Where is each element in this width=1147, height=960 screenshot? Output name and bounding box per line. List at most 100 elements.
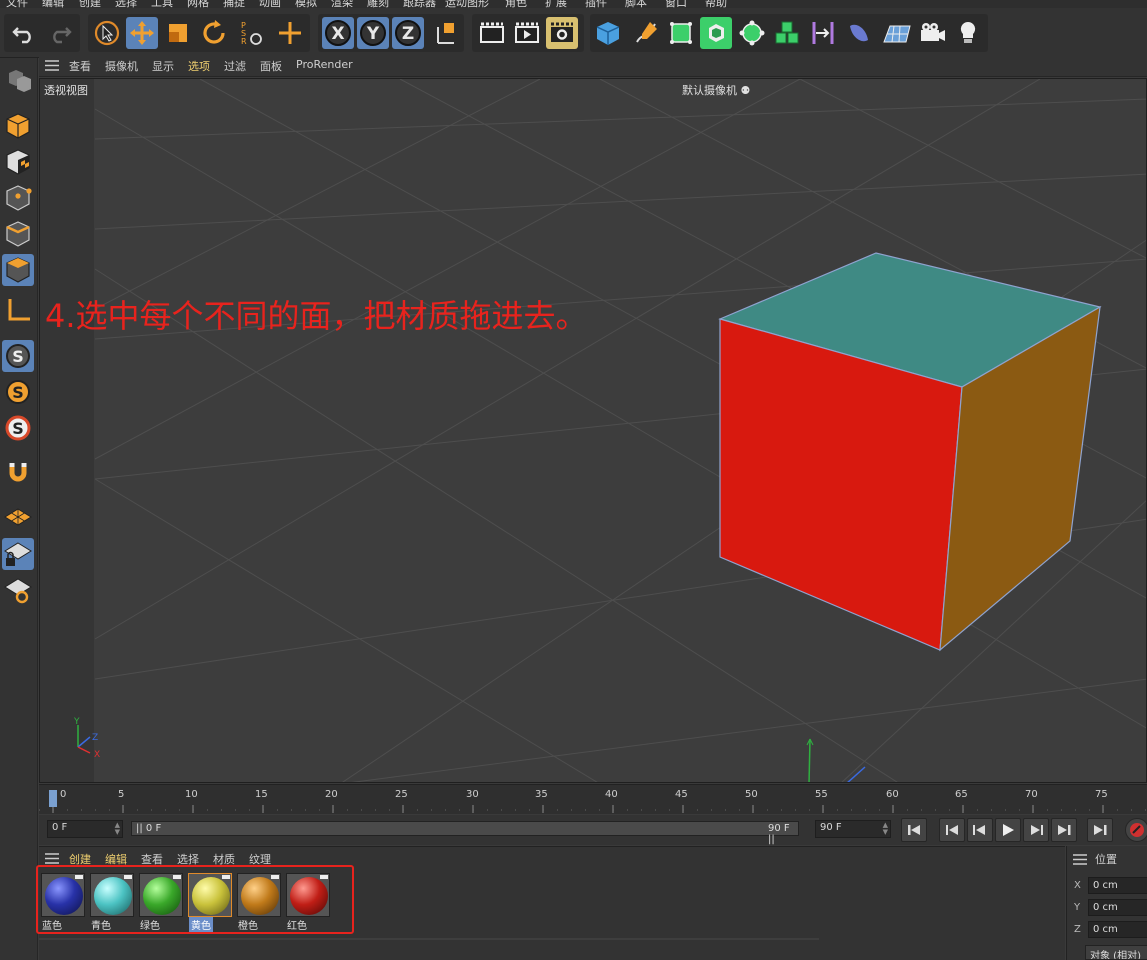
viewport-menu-prorender[interactable]: ProRender — [296, 58, 353, 71]
go-to-start-icon[interactable] — [901, 818, 927, 842]
coordinate-mode-dropdown[interactable]: 对象 (相对) — [1085, 945, 1147, 960]
snap-enable-icon[interactable]: S — [2, 376, 34, 408]
spinner-icon[interactable]: ▲ ▼ — [115, 822, 120, 836]
svg-text:R: R — [241, 37, 247, 46]
current-frame-field[interactable]: 0 F ▲ ▼ — [47, 820, 123, 838]
tick-label: 5 — [118, 789, 125, 800]
subdivision-surface-icon[interactable] — [665, 17, 697, 49]
position-y-field[interactable]: 0 cm — [1088, 899, 1147, 916]
make-editable-icon[interactable] — [2, 64, 34, 96]
previous-key-icon[interactable] — [939, 818, 965, 842]
menu-select[interactable]: 选择 — [115, 0, 137, 8]
material-swatch-orange[interactable]: 橙色 — [237, 873, 281, 932]
undo-icon[interactable] — [8, 17, 40, 49]
material-swatch-blue[interactable]: 蓝色 — [41, 873, 85, 932]
enable-axis-icon[interactable] — [2, 294, 34, 326]
floor-icon[interactable] — [881, 17, 913, 49]
next-frame-icon[interactable] — [1023, 818, 1049, 842]
locked-workplane-icon[interactable] — [2, 538, 34, 570]
coordinate-system-icon[interactable] — [430, 17, 462, 49]
tweak-magnet-icon[interactable] — [2, 456, 34, 488]
field-icon[interactable] — [843, 17, 875, 49]
viewport-menu-panel[interactable]: 面板 — [260, 58, 282, 74]
menu-edit[interactable]: 编辑 — [42, 0, 64, 8]
menu-sculpt[interactable]: 雕刻 — [367, 0, 389, 8]
menu-tracker[interactable]: 跟踪器 — [403, 0, 436, 8]
position-z-field[interactable]: 0 cm — [1088, 921, 1147, 938]
cube-primitive-icon[interactable] — [592, 17, 624, 49]
psr-icon[interactable]: PSR — [234, 17, 266, 49]
menu-script[interactable]: 脚本 — [625, 0, 647, 8]
deformer-icon[interactable] — [807, 17, 839, 49]
polygons-mode-icon[interactable] — [2, 254, 34, 286]
perspective-viewport[interactable]: 透视视图 默认摄像机 ⚉ 4.选中每个不同的面，把材质拖进去。 Y Z X — [39, 78, 1147, 783]
workplane-icon[interactable] — [2, 502, 34, 534]
z-axis-lock-icon[interactable]: Z — [392, 17, 424, 49]
material-swatch-red[interactable]: 红色 — [286, 873, 330, 932]
y-axis-lock-icon[interactable]: Y — [357, 17, 389, 49]
live-select-icon[interactable] — [91, 17, 123, 49]
menu-mograph[interactable]: 运动图形 — [445, 0, 489, 8]
timeline-ruler[interactable]: 0 5 10 15 20 25 30 35 40 45 50 55 60 65 … — [39, 784, 1147, 814]
viewport-menu-cameras[interactable]: 摄像机 — [105, 58, 138, 74]
move-icon[interactable] — [126, 17, 158, 49]
viewport-menu-filter[interactable]: 过滤 — [224, 58, 246, 74]
rotate-icon[interactable] — [198, 17, 230, 49]
hamburger-icon[interactable] — [1073, 854, 1087, 865]
record-icon[interactable] — [1125, 818, 1147, 842]
menu-plugins[interactable]: 插件 — [585, 0, 607, 8]
menu-character[interactable]: 角色 — [505, 0, 527, 8]
viewport-menu-options[interactable]: 选项 — [188, 58, 210, 74]
scale-icon[interactable] — [162, 17, 194, 49]
pen-spline-icon[interactable] — [630, 17, 662, 49]
next-key-icon[interactable] — [1051, 818, 1077, 842]
light-icon[interactable] — [952, 17, 984, 49]
cloner-icon[interactable] — [736, 17, 768, 49]
snap-icon[interactable]: S — [2, 340, 34, 372]
material-scrollbar[interactable] — [39, 937, 1065, 947]
material-swatch-green[interactable]: 绿色 — [139, 873, 183, 932]
menu-help[interactable]: 帮助 — [705, 0, 727, 8]
planar-workplane-icon[interactable] — [2, 574, 34, 606]
render-settings-icon[interactable] — [546, 17, 578, 49]
points-mode-icon[interactable] — [2, 182, 34, 214]
render-view-icon[interactable] — [476, 17, 508, 49]
model-mode-icon[interactable] — [2, 110, 34, 142]
x-axis-lock-icon[interactable]: X — [322, 17, 354, 49]
menu-snap[interactable]: 捕捉 — [223, 0, 245, 8]
menu-animate[interactable]: 动画 — [259, 0, 281, 8]
camera-label[interactable]: 默认摄像机 ⚉ — [682, 82, 750, 98]
soft-selection-icon[interactable]: S — [2, 412, 34, 444]
position-x-field[interactable]: 0 cm — [1088, 877, 1147, 894]
viewport-menu-view[interactable]: 查看 — [69, 58, 91, 74]
menu-render[interactable]: 渲染 — [331, 0, 353, 8]
menu-mesh[interactable]: 网格 — [187, 0, 209, 8]
timeline-playhead[interactable] — [49, 790, 57, 807]
edges-mode-icon[interactable] — [2, 218, 34, 250]
menu-extensions[interactable]: 扩展 — [545, 0, 567, 8]
menu-create[interactable]: 创建 — [79, 0, 101, 8]
material-swatch-yellow[interactable]: 黄色 — [188, 873, 232, 932]
world-axis-icon[interactable] — [274, 17, 306, 49]
previous-frame-icon[interactable] — [967, 818, 993, 842]
preview-range-slider[interactable]: || 0 F 90 F || — [131, 821, 799, 845]
hamburger-icon[interactable] — [45, 60, 59, 71]
end-frame-field[interactable]: 90 F ▲ ▼ — [815, 820, 891, 838]
menu-window[interactable]: 窗口 — [665, 0, 687, 8]
go-to-end-icon[interactable] — [1087, 818, 1113, 842]
tick-label: 40 — [605, 789, 618, 800]
mograph-cloner-icon[interactable] — [771, 17, 803, 49]
texture-mode-icon[interactable] — [2, 146, 34, 178]
extrude-icon[interactable] — [700, 17, 732, 49]
render-picture-viewer-icon[interactable] — [511, 17, 543, 49]
menu-tools[interactable]: 工具 — [151, 0, 173, 8]
hamburger-icon[interactable] — [45, 853, 59, 864]
material-swatch-cyan[interactable]: 青色 — [90, 873, 134, 932]
menu-file[interactable]: 文件 — [6, 0, 28, 8]
viewport-menu-display[interactable]: 显示 — [152, 58, 174, 74]
menu-simulate[interactable]: 模拟 — [295, 0, 317, 8]
camera-icon[interactable] — [917, 17, 949, 49]
play-icon[interactable] — [995, 818, 1021, 842]
redo-icon[interactable] — [44, 17, 76, 49]
spinner-icon[interactable]: ▲ ▼ — [883, 822, 888, 836]
